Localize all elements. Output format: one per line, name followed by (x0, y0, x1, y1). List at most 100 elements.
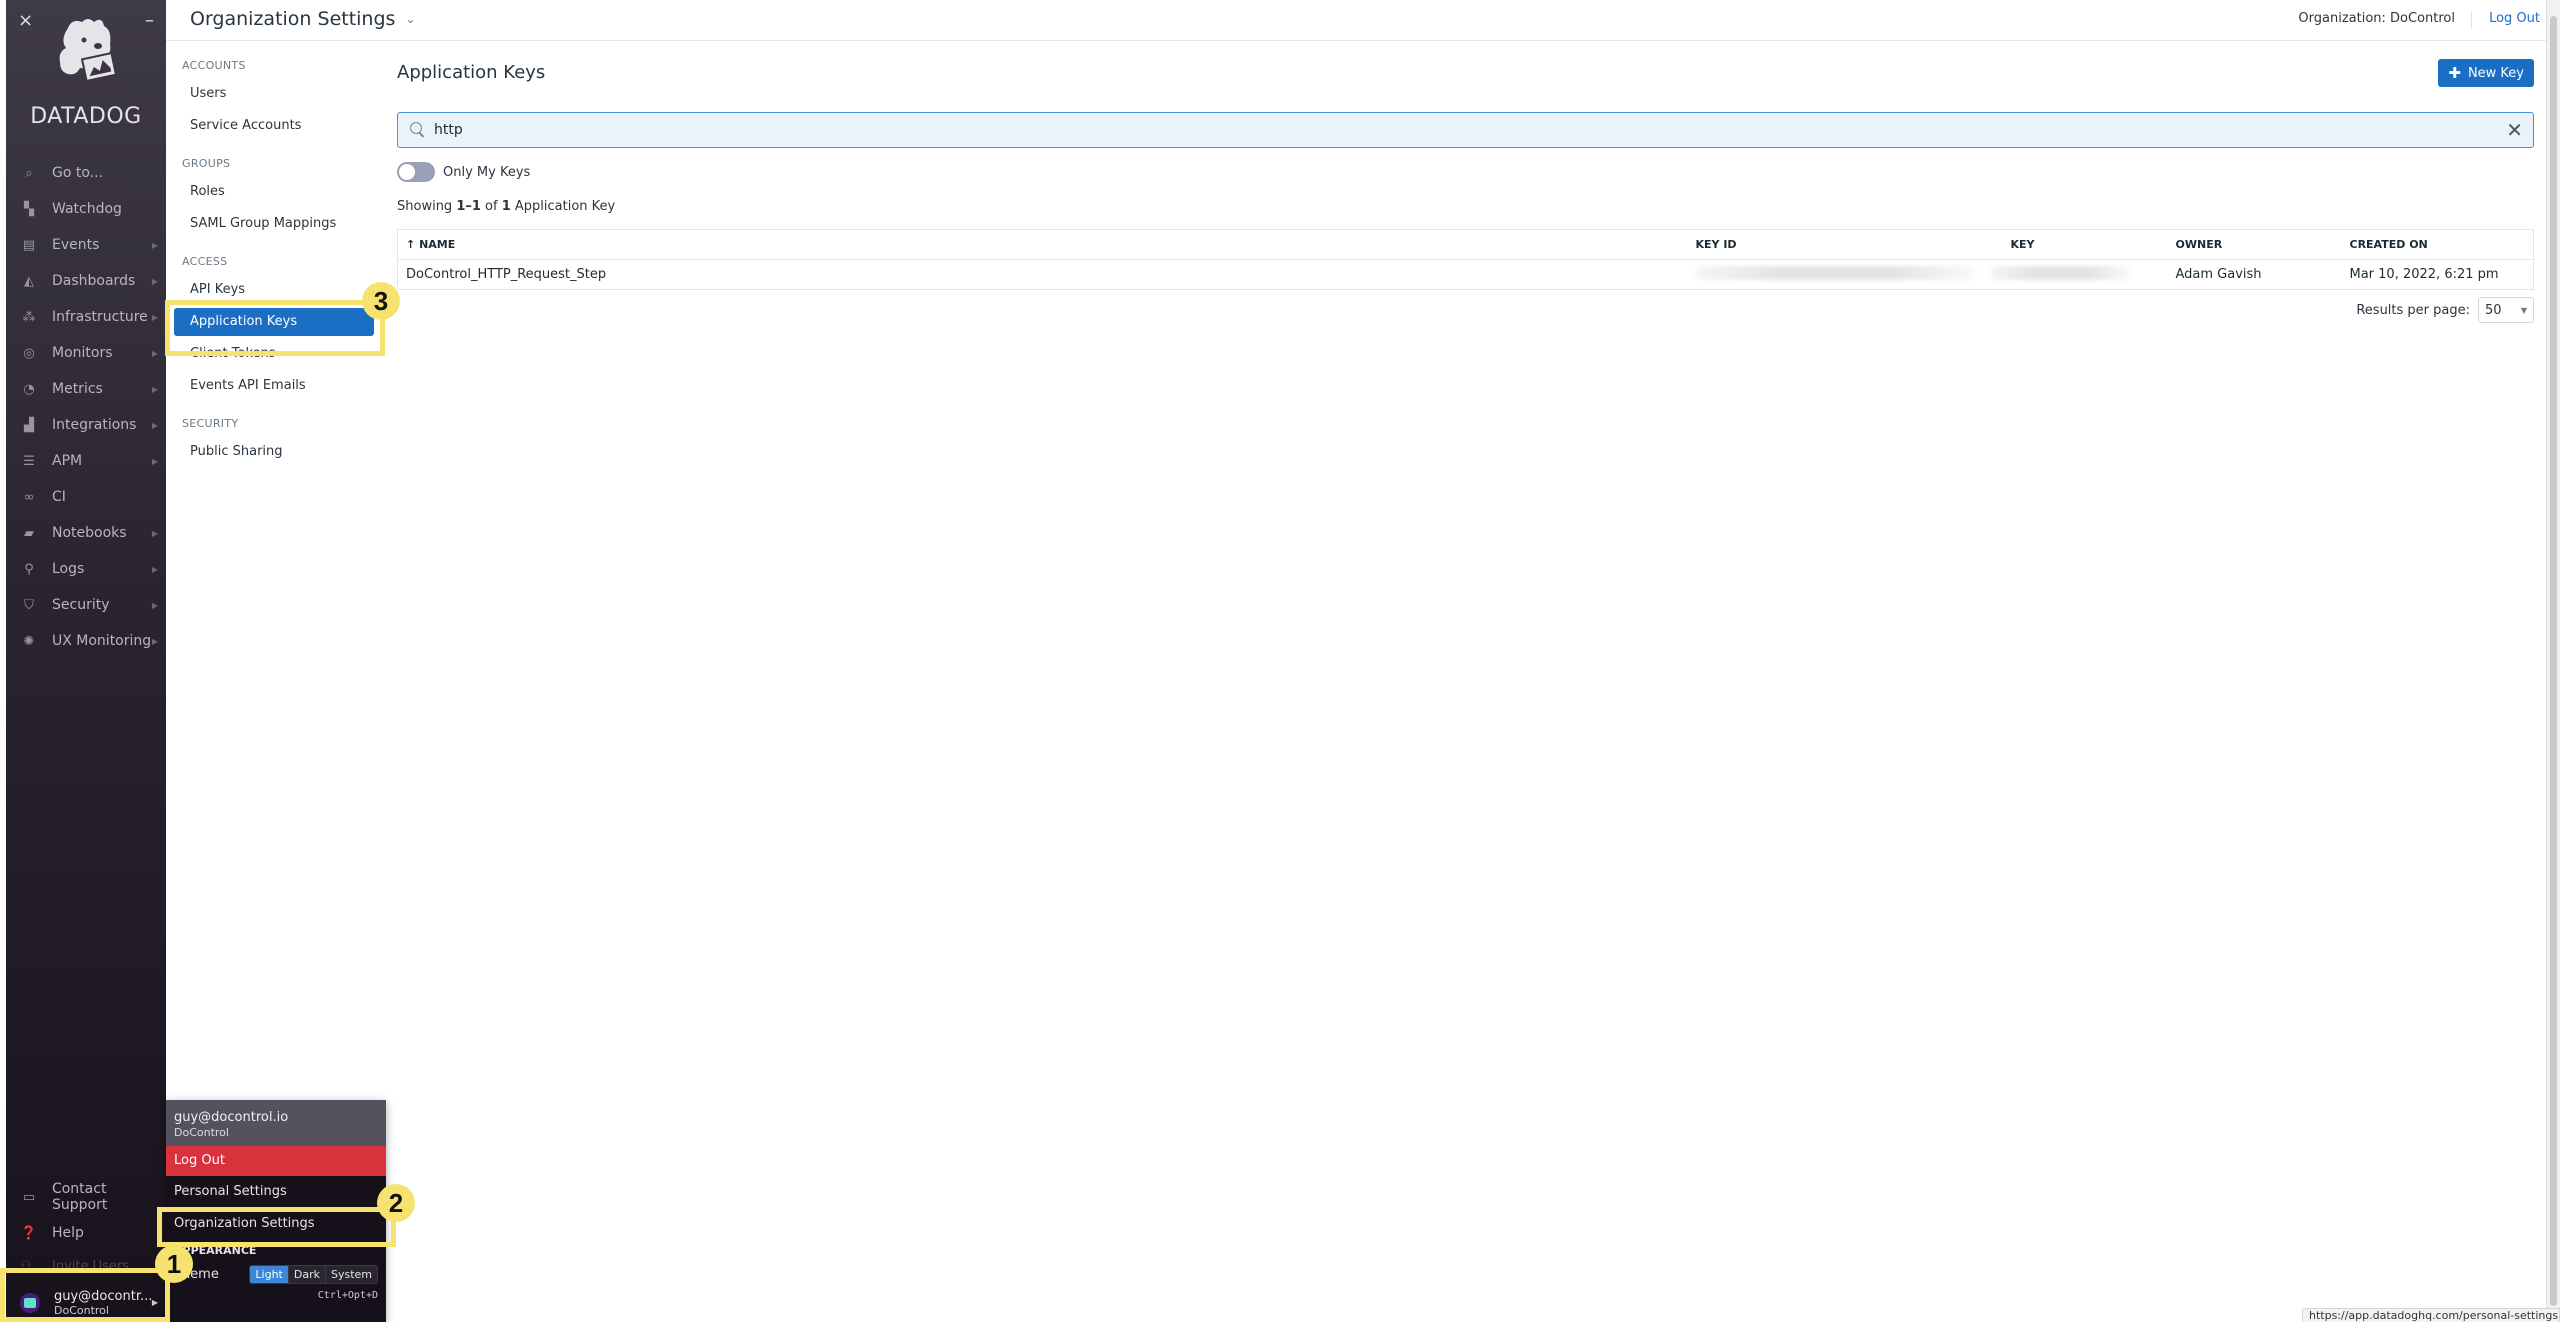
infrastructure-icon: ⁂ (22, 309, 36, 325)
shield-icon: ⛉ (24, 597, 34, 613)
notebook-icon: ▰ (24, 525, 34, 541)
column-header-key-id[interactable]: KEY ID (1687, 229, 2003, 260)
header-logout-link[interactable]: Log Out (2489, 11, 2540, 26)
binoculars-icon: ▚ (24, 201, 34, 217)
menu-logout-button[interactable]: Log Out (166, 1146, 386, 1176)
column-header-name[interactable]: ↑ NAME (397, 229, 1688, 260)
nav-item-invite-users[interactable]: ⚇ Invite Users (6, 1251, 166, 1281)
main-nav: × – DATADOG ⌕ Go to... ▚ Watchdog ▤ Events ▶… (6, 0, 166, 1322)
user-menu-org: DoControl (174, 1126, 229, 1139)
scrollbar-thumb[interactable] (2550, 16, 2557, 1306)
subnav-item-client-tokens[interactable]: Client Tokens (174, 340, 374, 368)
nav-label: Infrastructure (52, 309, 148, 325)
vertical-scrollbar[interactable] (2546, 0, 2560, 1322)
nav-item-monitors[interactable]: ◎ Monitors ▶ (6, 335, 166, 371)
theme-option-dark[interactable]: Dark (287, 1265, 325, 1283)
nav-item-integrations[interactable]: ▟ Integrations ▶ (6, 407, 166, 443)
subnav-heading-groups: GROUPS (182, 157, 231, 170)
chevron-right-icon: ▶ (151, 420, 158, 430)
menu-personal-settings[interactable]: Personal Settings (166, 1176, 386, 1208)
nav-item-notebooks[interactable]: ▰ Notebooks ▶ (6, 515, 166, 551)
search-box: ✕ (397, 112, 2534, 148)
organization-label: Organization: DoControl (2298, 11, 2472, 29)
showing-total: 1 (501, 199, 511, 214)
results-count: Showing 1–1 of 1 Application Key (397, 199, 615, 214)
appearance-heading: APPEARANCE (174, 1244, 257, 1257)
events-icon: ▤ (22, 237, 36, 253)
avatar (20, 1293, 40, 1313)
menu-organization-settings[interactable]: Organization Settings (166, 1208, 386, 1240)
subnav-item-api-keys[interactable]: API Keys (174, 276, 374, 304)
chevron-right-icon: ▶ (151, 1298, 158, 1307)
only-my-keys-label: Only My Keys (443, 164, 531, 180)
caret-down-icon: ▼ (2520, 305, 2527, 315)
nav-label: Security (52, 597, 110, 613)
nav-item-watchdog[interactable]: ▚ Watchdog (6, 191, 166, 227)
chevron-right-icon: ▶ (151, 240, 158, 250)
chevron-right-icon: ▶ (151, 600, 158, 610)
nav-item-ux-monitoring[interactable]: ✺ UX Monitoring ▶ (6, 623, 166, 659)
nav-label: Monitors (52, 345, 113, 361)
cell-key-id (1688, 260, 2003, 290)
nav-item-logs[interactable]: ⚲ Logs ▶ (6, 551, 166, 587)
only-my-keys-toggle[interactable] (397, 162, 435, 182)
chevron-right-icon: ▶ (151, 312, 158, 322)
subnav-item-events-api-emails[interactable]: Events API Emails (174, 372, 374, 400)
ci-icon: ∞ (23, 489, 35, 505)
page-title: Organization Settings (190, 8, 396, 30)
theme-option-system[interactable]: System (324, 1265, 377, 1283)
page-title-dropdown[interactable]: Organization Settings ⌄ (190, 8, 416, 30)
nav-item-metrics[interactable]: ◔ Metrics ▶ (6, 371, 166, 407)
table-header-row: ↑ NAME KEY ID KEY OWNER CREATED ON (397, 229, 2534, 260)
section-title: Application Keys (397, 62, 546, 83)
browser-status-url: https://app.datadoghq.com/personal-setti… (2302, 1308, 2560, 1322)
chevron-right-icon: ▶ (151, 384, 158, 394)
ux-monitoring-icon: ✺ (23, 633, 35, 649)
user-account-button[interactable]: guy@docontr... DoControl ▶ (6, 1284, 166, 1322)
subnav-item-saml-group-mappings[interactable]: SAML Group Mappings (174, 210, 374, 238)
search-icon: ⌕ (25, 165, 33, 181)
nav-item-events[interactable]: ▤ Events ▶ (6, 227, 166, 263)
datadog-logo[interactable]: DATADOG (6, 12, 166, 129)
only-my-keys-row: Only My Keys (397, 162, 530, 182)
subnav-item-service-accounts[interactable]: Service Accounts (174, 112, 374, 140)
nav-item-ci[interactable]: ∞ CI (6, 479, 166, 515)
metrics-icon: ◔ (23, 381, 35, 397)
chevron-right-icon: ▶ (151, 276, 158, 286)
clear-search-icon[interactable]: ✕ (2506, 118, 2523, 142)
nav-item-infrastructure[interactable]: ⁂ Infrastructure ▶ (6, 299, 166, 335)
nav-item-goto[interactable]: ⌕ Go to... (6, 155, 166, 191)
showing-prefix: Showing (397, 199, 457, 214)
table-row[interactable]: DoControl_HTTP_Request_Step Adam Gavish … (398, 260, 2534, 290)
results-per-page-select[interactable]: 50 ▼ (2478, 297, 2534, 323)
column-header-owner[interactable]: OWNER (2167, 229, 2342, 260)
subnav-item-application-keys[interactable]: Application Keys (174, 308, 374, 336)
monitors-icon: ◎ (23, 345, 35, 361)
new-key-button[interactable]: ✚ New Key (2438, 59, 2534, 87)
nav-item-security[interactable]: ⛉ Security ▶ (6, 587, 166, 623)
subnav-item-roles[interactable]: Roles (174, 178, 374, 206)
nav-item-apm[interactable]: ☰ APM ▶ (6, 443, 166, 479)
nav-item-contact-support[interactable]: ▭ Contact Support (6, 1179, 166, 1215)
nav-label: Metrics (52, 381, 103, 397)
search-input[interactable] (434, 115, 2507, 145)
chevron-right-icon: ▶ (151, 564, 158, 574)
nav-label: Integrations (52, 417, 137, 433)
chevron-right-icon: ▶ (151, 528, 158, 538)
subnav-heading-access: ACCESS (182, 255, 228, 268)
showing-suffix: Application Key (510, 199, 616, 214)
subnav-item-users[interactable]: Users (174, 80, 374, 108)
user-menu: guy@docontrol.io DoControl Log Out Perso… (166, 1100, 386, 1322)
column-header-key[interactable]: KEY (2002, 229, 2168, 260)
nav-label: Notebooks (52, 525, 127, 541)
subnav-item-public-sharing[interactable]: Public Sharing (174, 438, 374, 466)
theme-option-light[interactable]: Light (250, 1265, 288, 1283)
annotation-badge-2: 2 (377, 1184, 415, 1222)
nav-item-dashboards[interactable]: ◭ Dashboards ▶ (6, 263, 166, 299)
nav-label: Watchdog (52, 201, 122, 217)
nav-label: APM (52, 453, 83, 469)
new-key-label: New Key (2467, 65, 2524, 81)
nav-item-help[interactable]: ❓ Help (6, 1215, 166, 1251)
theme-shortcut: Ctrl+Opt+D (317, 1290, 378, 1301)
column-header-created-on[interactable]: CREATED ON (2341, 229, 2534, 260)
